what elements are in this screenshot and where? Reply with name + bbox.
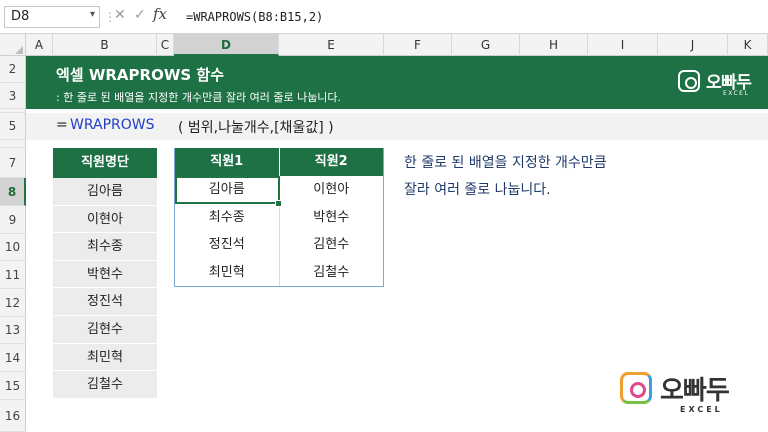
syntax-equals: = [56, 117, 68, 133]
table-cell[interactable]: 최수종 [175, 203, 280, 232]
list-item[interactable]: 최수종 [53, 233, 157, 261]
list-header[interactable]: 직원명단 [53, 148, 157, 178]
brand-camera-icon [678, 70, 700, 92]
column-header-j[interactable]: J [658, 34, 728, 56]
drag-handle-icon[interactable]: ⋮ [104, 8, 116, 26]
table-cell[interactable]: 박현수 [280, 204, 384, 232]
row-header-6[interactable]: 6 [0, 140, 26, 148]
row-header-15[interactable]: 15 [0, 372, 26, 400]
column-header-i[interactable]: I [588, 34, 658, 56]
cancel-icon[interactable]: ✕ [114, 7, 126, 23]
table-cell[interactable]: 김현수 [280, 231, 384, 259]
syntax-arguments: ( 범위,나눌개수,[채울값] ) [178, 120, 334, 136]
page-title: 엑셀 WRAPROWS 함수 [56, 66, 224, 84]
row-header-14[interactable]: 14 [0, 344, 26, 372]
active-cell-d8[interactable]: 김아름 [175, 176, 281, 207]
row-header-9[interactable]: 9 [0, 206, 26, 234]
column-header-a[interactable]: A [26, 34, 53, 56]
result-header-row: 직원1 직원2 [175, 148, 383, 176]
table-cell[interactable]: 이현아 [280, 176, 384, 204]
formula-input[interactable]: =WRAPROWS(B8:B15,2) [186, 6, 323, 28]
column-header-c[interactable]: C [157, 34, 174, 56]
table-row: 최민혁 김철수 [175, 258, 384, 287]
logo-name: 오빠두 [660, 376, 730, 406]
explanation-line-1: 한 줄로 된 배열을 지정한 개수만큼 [404, 155, 607, 171]
column-header-e[interactable]: E [279, 34, 384, 56]
row-header-3[interactable]: 3 [0, 83, 26, 109]
list-item[interactable]: 최민혁 [53, 343, 157, 372]
row-header-16[interactable]: 16 [0, 400, 26, 432]
list-item[interactable]: 김현수 [53, 315, 157, 344]
title-banner: 엑셀 WRAPROWS 함수 : 한 줄로 된 배열을 지정한 개수만큼 잘라 … [26, 56, 768, 109]
list-item[interactable]: 박현수 [53, 260, 157, 289]
list-item[interactable]: 정진석 [53, 288, 157, 316]
column-header-d[interactable]: D [174, 34, 279, 56]
name-box[interactable]: D8 ▾ [4, 6, 100, 28]
enter-check-icon[interactable]: ✓ [134, 7, 146, 23]
brand-sub: EXCEL [723, 90, 750, 97]
insert-function-icon[interactable]: fx [153, 5, 167, 23]
row-header-8[interactable]: 8 [0, 178, 26, 206]
column-header-g[interactable]: G [452, 34, 520, 56]
row-header-5[interactable]: 5 [0, 113, 26, 140]
table-cell[interactable]: 최민혁 [175, 258, 280, 287]
column-header-f[interactable]: F [384, 34, 452, 56]
syntax-function-name: WRAPROWS [70, 117, 155, 133]
list-item[interactable]: 김아름 [53, 178, 157, 206]
select-all-corner[interactable] [0, 34, 26, 56]
column-header-k[interactable]: K [728, 34, 768, 56]
result-header-2[interactable]: 직원2 [280, 148, 384, 176]
page-subtitle: : 한 줄로 된 배열을 지정한 개수만큼 잘라 여러 줄로 나눕니다. [56, 91, 342, 104]
list-item[interactable]: 김철수 [53, 371, 157, 399]
table-row: 김아름 이현아 [175, 176, 384, 207]
row-header-11[interactable]: 11 [0, 261, 26, 289]
logo-camera-icon [620, 372, 652, 404]
row-header-10[interactable]: 10 [0, 234, 26, 261]
function-syntax: = WRAPROWS ( 범위,나눌개수,[채울값] ) [26, 113, 768, 140]
name-box-value: D8 [11, 9, 30, 24]
column-headers: A B C D E F G H I J K [0, 34, 768, 56]
explanation-line-2: 잘라 여러 줄로 나눕니다. [404, 182, 551, 198]
formula-bar: D8 ▾ ⋮ ✕ ✓ fx =WRAPROWS(B8:B15,2) [0, 0, 768, 34]
column-header-b[interactable]: B [53, 34, 157, 56]
logo-sub: EXCEL [680, 405, 723, 414]
row-header-7[interactable]: 7 [0, 148, 26, 178]
employee-list: 직원명단 김아름 이현아 최수종 박현수 정진석 김현수 최민혁 김철수 [53, 148, 157, 399]
table-row: 최수종 박현수 [175, 203, 384, 232]
table-cell[interactable]: 정진석 [175, 231, 280, 259]
explanation-text: 한 줄로 된 배열을 지정한 개수만큼 잘라 여러 줄로 나눕니다. [404, 150, 607, 204]
row-header-2[interactable]: 2 [0, 56, 26, 83]
list-item[interactable]: 이현아 [53, 205, 157, 234]
column-header-h[interactable]: H [520, 34, 588, 56]
chevron-down-icon[interactable]: ▾ [90, 9, 95, 20]
brand-logo: 오빠두 EXCEL [678, 68, 768, 98]
result-header-1[interactable]: 직원1 [175, 148, 280, 176]
row-header-12[interactable]: 12 [0, 289, 26, 317]
table-cell[interactable]: 김철수 [280, 259, 384, 287]
result-table: 직원1 직원2 김아름 이현아 최수종 박현수 정진석 김현수 최민혁 김철수 [174, 148, 384, 288]
table-row: 정진석 김현수 [175, 231, 383, 259]
row-header-13[interactable]: 13 [0, 317, 26, 344]
bottom-logo: 오빠두 EXCEL [620, 372, 750, 422]
